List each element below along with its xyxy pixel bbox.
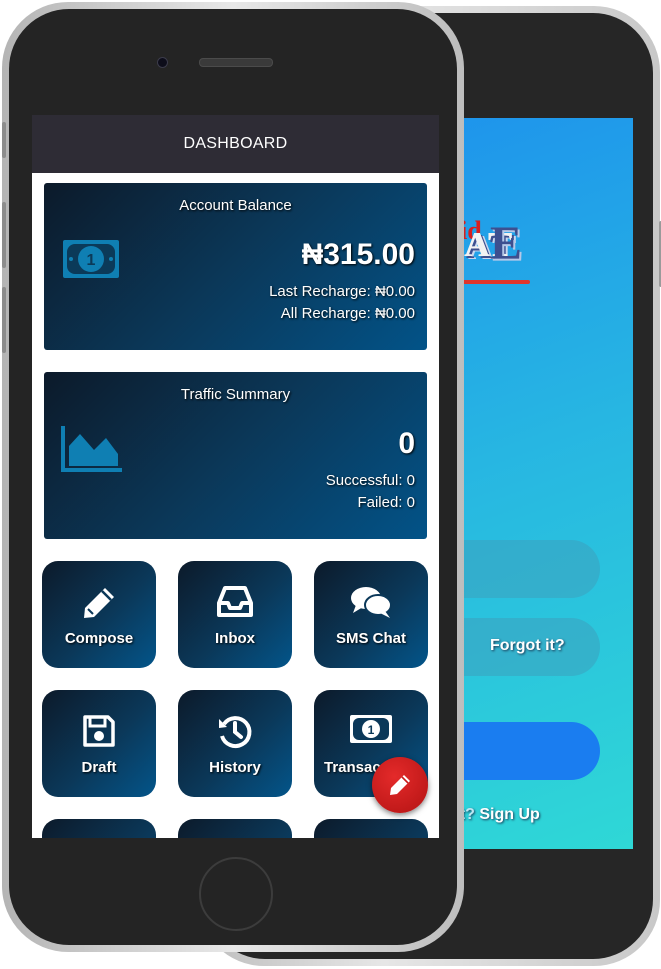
traffic-total: 0 <box>398 427 415 460</box>
inbox-label: Inbox <box>215 630 255 647</box>
chat-bubbles-icon <box>351 587 392 618</box>
mute-switch <box>2 122 6 158</box>
tile-row3-3[interactable] <box>314 819 428 838</box>
traffic-failed: Failed: 0 <box>357 494 415 511</box>
traffic-summary-card[interactable]: Traffic Summary 0 Successful: 0 Failed: … <box>44 372 427 539</box>
logo-underline <box>460 280 530 284</box>
history-clock-icon <box>219 716 252 749</box>
draft-tile[interactable]: Draft <box>42 690 156 797</box>
home-button[interactable] <box>199 857 273 931</box>
last-recharge: Last Recharge: ₦0.00 <box>269 283 415 300</box>
front-phone-frame: DASHBOARD Account Balance 1 ₦315.00 Last… <box>2 2 464 952</box>
traffic-card-title: Traffic Summary <box>180 386 291 403</box>
compose-label: Compose <box>64 630 134 647</box>
volume-down-button <box>2 287 6 353</box>
money-bill-icon: 1 <box>350 715 392 743</box>
history-label: History <box>209 759 261 776</box>
compose-tile[interactable]: Compose <box>42 561 156 668</box>
app-header: DASHBOARD <box>32 115 439 173</box>
inbox-tile[interactable]: Inbox <box>178 561 292 668</box>
balance-card-title: Account Balance <box>179 197 292 214</box>
account-balance-card[interactable]: Account Balance 1 ₦315.00 Last Recharge:… <box>44 183 427 350</box>
forgot-link[interactable]: Forgot it? <box>490 637 565 655</box>
compose-fab[interactable] <box>372 757 428 813</box>
earpiece-speaker <box>199 58 273 67</box>
all-recharge: All Recharge: ₦0.00 <box>280 305 415 322</box>
logo-letter: E <box>490 217 522 270</box>
front-camera <box>157 57 168 68</box>
signup-link[interactable]: Sign Up <box>479 806 539 823</box>
dashboard-screen: DASHBOARD Account Balance 1 ₦315.00 Last… <box>32 115 439 838</box>
balance-amount: ₦315.00 <box>301 238 415 271</box>
sms-chat-tile[interactable]: SMS Chat <box>314 561 428 668</box>
svg-text:1: 1 <box>87 252 96 269</box>
traffic-successful: Successful: 0 <box>325 472 415 489</box>
pencil-icon <box>84 588 114 618</box>
svg-text:1: 1 <box>368 723 375 737</box>
area-chart-icon <box>61 426 122 472</box>
history-tile[interactable]: History <box>178 690 292 797</box>
floppy-disk-icon <box>83 715 115 747</box>
tile-row3-1[interactable] <box>42 819 156 838</box>
money-bill-icon: 1 <box>63 240 119 278</box>
draft-label: Draft <box>81 759 117 776</box>
page-title: DASHBOARD <box>183 135 288 152</box>
pencil-icon <box>390 775 410 795</box>
tile-row3-2[interactable] <box>178 819 292 838</box>
volume-up-button <box>2 202 6 268</box>
inbox-tray-icon <box>217 586 253 617</box>
sms-chat-label: SMS Chat <box>335 630 406 647</box>
